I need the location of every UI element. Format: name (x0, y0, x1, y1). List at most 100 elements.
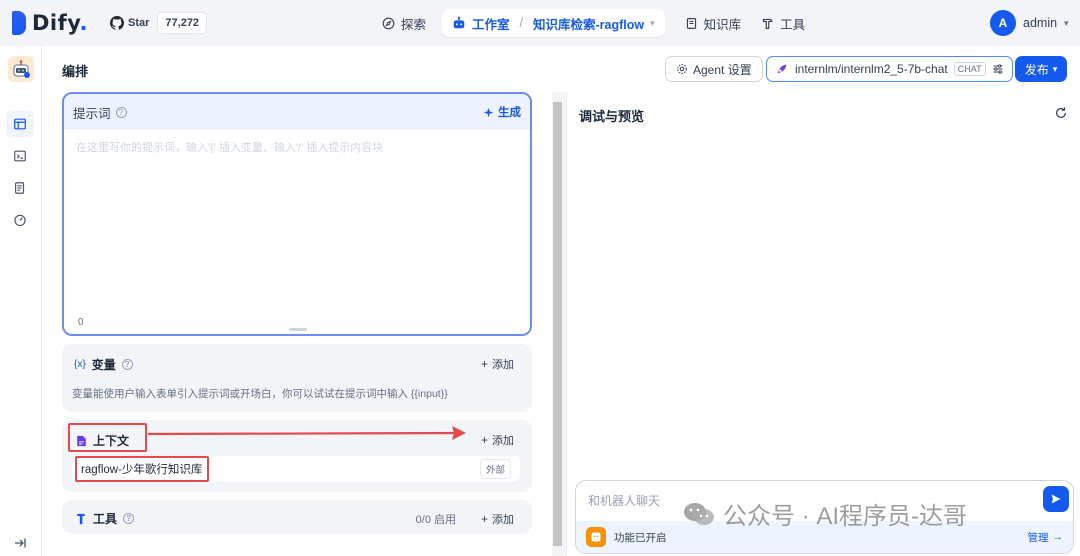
chat-input-placeholder: 和机器人聊天 (588, 494, 661, 508)
model-name: internlm/internlm2_5-7b-chat (795, 62, 948, 76)
logo-mark (12, 11, 26, 35)
main-nav: 探索 工作室 / 知识库检索-ragflow ▾ 知识库 工具 (372, 9, 815, 37)
variables-header: {x} 变量 ? (74, 356, 133, 373)
compass-icon (382, 17, 395, 29)
rail-api-access[interactable] (6, 142, 34, 170)
page-title: 编排 (62, 64, 89, 79)
top-bar: Dify. Star 77,272 探索 工作室 / 知识库检索-ragflow… (0, 0, 1080, 46)
features-icon (586, 527, 606, 547)
dify-logo[interactable]: Dify. (12, 10, 88, 36)
logo-dot: . (79, 11, 89, 35)
arrow-right-icon: → (1052, 531, 1064, 543)
github-star-label: Star (128, 17, 150, 29)
orchestrate-header: 编排 Agent 设置 internlm/internlm2_5-7b-chat… (42, 46, 1080, 92)
tools-title: 工具 (93, 512, 118, 526)
send-button[interactable] (1043, 486, 1069, 512)
debug-preview-panel: 调试与预览 和机器人聊天 功能已开启 管理 → (566, 92, 1080, 556)
variables-description: 变量能使用户输入表单引入提示词或开场白，你可以试试在提示词中输入 {{input… (72, 388, 448, 400)
layout-icon (14, 118, 26, 130)
tools-card: 工具 ? 0/0 启用 + 添加 (62, 500, 532, 534)
expand-sidebar-icon[interactable] (13, 536, 27, 550)
annotation-context-item-box (75, 456, 209, 482)
tools-enabled-count: 0/0 启用 (415, 514, 456, 526)
refresh-icon[interactable] (1054, 106, 1068, 120)
sparkle-icon (483, 107, 494, 117)
model-provider-icon (777, 64, 787, 74)
manage-features-button[interactable]: 管理 → (1028, 530, 1064, 545)
nav-knowledge[interactable]: 知识库 (675, 9, 752, 37)
smile-icon (591, 532, 601, 542)
chevron-down-icon[interactable]: ▾ (650, 18, 655, 29)
rail-monitoring[interactable] (6, 206, 34, 234)
user-menu[interactable]: A admin ▾ (990, 10, 1069, 36)
sliders-icon[interactable] (992, 63, 1004, 75)
nav-explore[interactable]: 探索 (372, 9, 436, 37)
prompt-placeholder: 在这里写你的提示词，输入'{' 插入变量、输入'/' 插入提示内容块 (76, 142, 384, 154)
github-star-button[interactable]: Star (106, 12, 153, 34)
variables-title: 变量 (91, 358, 116, 372)
plus-icon: + (480, 433, 488, 447)
tool-icon (77, 513, 86, 524)
document-list-icon (15, 182, 25, 194)
nav-studio-label: 工作室 (472, 17, 510, 32)
avatar[interactable]: A (990, 10, 1016, 36)
nav-app-name[interactable]: 知识库检索-ragflow (533, 14, 644, 33)
scroll-thumb[interactable] (553, 102, 562, 546)
left-rail (0, 46, 42, 556)
add-context-button[interactable]: + 添加 (481, 432, 514, 448)
config-panel: 提示词 ? 生成 在这里写你的提示词，输入'{' 插入变量、输入'/' 插入提示… (42, 92, 552, 556)
agent-settings-label: Agent 设置 (693, 62, 752, 77)
watermark: 公众号 · AI程序员-达哥 (683, 496, 967, 531)
app-avatar[interactable] (8, 56, 34, 82)
config-scrollbar[interactable] (552, 92, 564, 556)
annotation-context-title-box (68, 423, 147, 452)
nav-studio[interactable]: 工作室 / 知识库检索-ragflow ▾ (442, 9, 665, 37)
resize-handle[interactable] (289, 328, 307, 331)
help-icon[interactable]: ? (123, 513, 135, 524)
github-star-count[interactable]: 77,272 (157, 12, 208, 34)
add-tool-button[interactable]: + 添加 (481, 511, 514, 527)
user-name[interactable]: admin (1023, 16, 1057, 30)
plus-icon: + (480, 512, 488, 526)
external-tag: 外部 (479, 459, 511, 479)
terminal-icon (14, 150, 26, 162)
book-icon (686, 17, 696, 29)
help-icon[interactable]: ? (115, 106, 127, 118)
chevron-down-icon: ▾ (1052, 63, 1058, 74)
github-star-widget[interactable]: Star 77,272 (106, 11, 208, 35)
robot-icon (453, 16, 465, 29)
logo-text: Dify (32, 11, 80, 35)
add-tool-label: 添加 (492, 514, 514, 526)
gauge-icon (14, 214, 26, 227)
prompt-editor[interactable]: 在这里写你的提示词，输入'{' 插入变量、输入'/' 插入提示内容块 (64, 130, 530, 320)
chevron-down-icon[interactable]: ▾ (1064, 18, 1069, 29)
help-icon[interactable]: ? (121, 359, 133, 370)
nav-explore-label: 探索 (401, 17, 427, 32)
generate-button[interactable]: 生成 (483, 104, 521, 120)
nav-knowledge-label: 知识库 (703, 17, 742, 32)
add-variable-button[interactable]: + 添加 (481, 356, 514, 372)
nav-separator: / (519, 16, 524, 30)
publish-label: 发布 (1024, 62, 1049, 77)
rail-logs[interactable] (6, 174, 34, 202)
github-icon (110, 16, 124, 30)
generate-label: 生成 (498, 107, 521, 119)
nav-tools[interactable]: 工具 (751, 9, 815, 37)
prompt-header: 提示词 ? 生成 (64, 94, 530, 130)
add-context-label: 添加 (492, 435, 514, 447)
hammer-icon (763, 18, 773, 29)
gear-icon (677, 64, 687, 74)
manage-label: 管理 (1027, 531, 1049, 544)
nav-tools-label: 工具 (780, 17, 806, 32)
agent-settings-button[interactable]: Agent 设置 (665, 56, 763, 82)
add-variable-label: 添加 (492, 359, 514, 371)
robot-emoji-icon (13, 60, 30, 78)
watermark-text: 公众号 · AI程序员-达哥 (723, 503, 967, 530)
rail-orchestrate[interactable] (6, 110, 34, 138)
publish-button[interactable]: 发布 ▾ (1015, 56, 1067, 82)
prompt-char-count: 0 (78, 317, 84, 328)
prompt-title: 提示词 (73, 106, 111, 121)
variable-icon: {x} (74, 359, 86, 370)
prompt-card: 提示词 ? 生成 在这里写你的提示词，输入'{' 插入变量、输入'/' 插入提示… (62, 92, 532, 336)
model-selector[interactable]: internlm/internlm2_5-7b-chat CHAT (766, 56, 1013, 82)
